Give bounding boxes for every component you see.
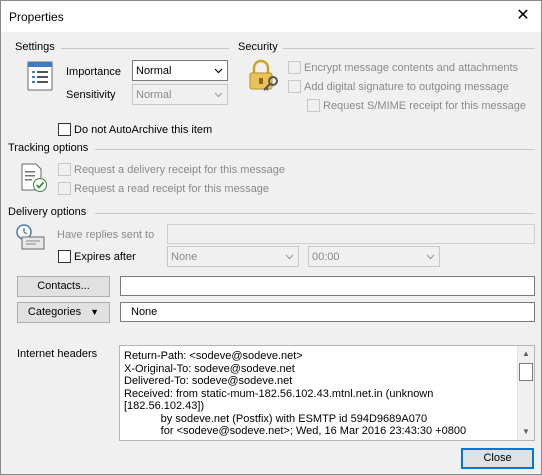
expires-date-value: None — [171, 251, 198, 263]
categories-value: None — [131, 306, 158, 318]
header-line: for <sodeve@sodeve.net>; Wed, 16 Mar 201… — [124, 425, 467, 437]
delivery-heading: Delivery options — [8, 206, 87, 218]
replies-field[interactable] — [167, 224, 535, 244]
internet-headers-label: Internet headers — [17, 348, 98, 360]
expires-time-value: 00:00 — [312, 251, 340, 263]
importance-label: Importance — [66, 66, 122, 78]
settings-divider — [61, 48, 229, 49]
security-divider — [283, 48, 535, 49]
header-line: [182.56.102.43]) — [124, 400, 205, 412]
security-heading: Security — [238, 41, 278, 53]
scroll-down-icon[interactable]: ▼ — [518, 424, 534, 440]
sensitivity-label: Sensitivity — [66, 89, 116, 101]
signature-label: Add digital signature to outgoing messag… — [304, 81, 509, 93]
scroll-thumb[interactable] — [519, 363, 533, 381]
caret-down-icon: ▼ — [90, 307, 100, 317]
signature-checkbox[interactable] — [288, 80, 301, 93]
sensitivity-value: Normal — [136, 89, 172, 101]
dialog-title: Properties — [9, 10, 64, 24]
tracking-heading: Tracking options — [8, 142, 89, 154]
chevron-down-icon — [285, 254, 294, 260]
tracking-checklist-icon — [21, 163, 47, 192]
scroll-up-icon[interactable]: ▲ — [518, 346, 534, 362]
chevron-down-icon — [214, 68, 223, 74]
delivery-receipt-checkbox[interactable] — [58, 163, 71, 176]
close-icon[interactable]: ✕ — [513, 6, 533, 26]
expires-label: Expires after — [74, 251, 136, 263]
chevron-down-icon — [426, 254, 435, 260]
read-receipt-label: Request a read receipt for this message — [74, 183, 270, 195]
title-bar: Properties ✕ — [1, 1, 541, 32]
expires-date-select[interactable]: None — [167, 246, 299, 267]
categories-field[interactable]: None — [120, 302, 535, 322]
settings-heading: Settings — [15, 41, 55, 53]
replies-label: Have replies sent to — [57, 229, 155, 241]
sensitivity-select[interactable]: Normal — [132, 84, 228, 105]
header-line: by sodeve.net (Postfix) with ESMTP id 59… — [124, 412, 428, 425]
header-line: Return-Path: <sodeve@sodeve.net> — [124, 350, 303, 362]
importance-select[interactable]: Normal — [132, 60, 228, 81]
header-line: Received: from static-mum-182.56.102.43.… — [124, 387, 434, 400]
header-line: Delivered-To: sodeve@sodeve.net — [124, 375, 293, 387]
contacts-button[interactable]: Contacts... — [17, 276, 110, 297]
encrypt-checkbox[interactable] — [288, 61, 301, 74]
internet-headers-text: Return-Path: <sodeve@sodeve.net> X-Origin… — [124, 350, 514, 438]
smime-checkbox[interactable] — [307, 99, 320, 112]
expires-checkbox[interactable] — [58, 250, 71, 263]
headers-scrollbar[interactable]: ▲ ▼ — [517, 346, 534, 440]
properties-dialog: Properties ✕ Settings Importance Normal … — [0, 0, 542, 475]
categories-button-label: Categories — [27, 306, 82, 318]
importance-value: Normal — [136, 65, 172, 77]
internet-headers-textarea[interactable]: Return-Path: <sodeve@sodeve.net> X-Origin… — [119, 345, 535, 441]
delivery-clock-tray-icon — [16, 224, 45, 250]
contacts-field[interactable] — [120, 276, 535, 296]
encrypt-label: Encrypt message contents and attachments — [304, 62, 519, 74]
autoarchive-label: Do not AutoArchive this item — [74, 124, 213, 136]
settings-list-icon — [27, 61, 53, 91]
tracking-divider — [95, 149, 535, 150]
expires-time-select[interactable]: 00:00 — [308, 246, 440, 267]
smime-label: Request S/MIME receipt for this message — [323, 100, 526, 112]
header-line: X-Original-To: sodeve@sodeve.net — [124, 362, 295, 375]
read-receipt-checkbox[interactable] — [58, 182, 71, 195]
delivery-divider — [95, 213, 535, 214]
delivery-receipt-label: Request a delivery receipt for this mess… — [74, 164, 285, 176]
lock-key-icon — [249, 59, 278, 91]
categories-button[interactable]: Categories ▼ — [17, 302, 110, 323]
close-button[interactable]: Close — [461, 448, 534, 469]
autoarchive-checkbox[interactable] — [58, 123, 71, 136]
chevron-down-icon — [214, 92, 223, 98]
